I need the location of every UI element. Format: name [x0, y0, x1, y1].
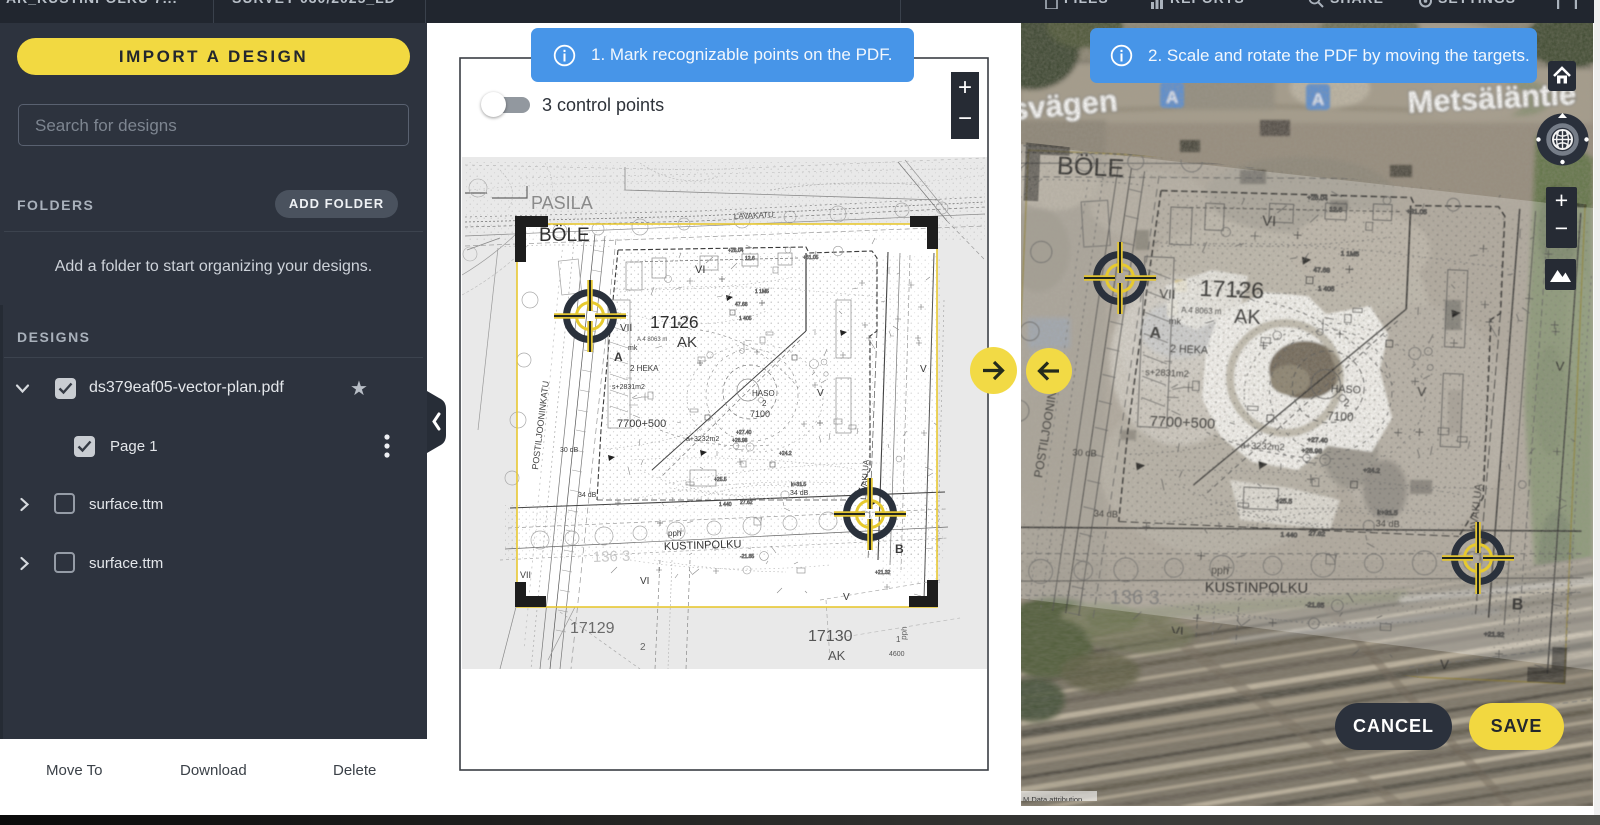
svg-text:M Data attribution: M Data attribution	[1023, 795, 1082, 801]
